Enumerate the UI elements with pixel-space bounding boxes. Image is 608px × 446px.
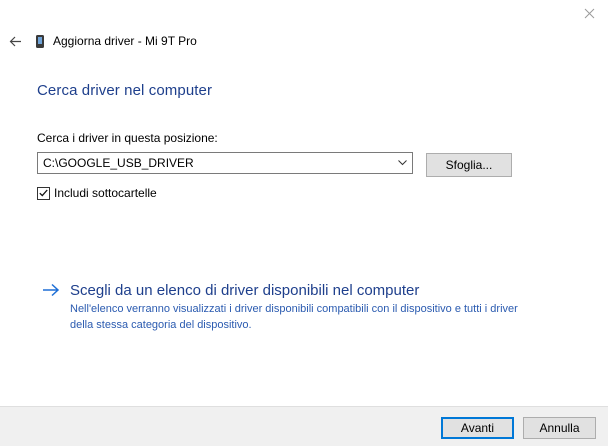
pick-from-list-link[interactable]: Scegli da un elenco di driver disponibil…	[42, 281, 542, 333]
path-combobox[interactable]	[37, 152, 413, 174]
phone-icon	[36, 34, 44, 48]
pick-from-list-description: Nell'elenco verranno visualizzati i driv…	[70, 303, 518, 331]
include-subfolders-label: Includi sottocartelle	[54, 186, 157, 200]
close-icon	[584, 8, 594, 18]
dialog-header: Aggiorna driver - Mi 9T Pro	[6, 31, 197, 51]
include-subfolders-row[interactable]: Includi sottocartelle	[37, 186, 157, 200]
pick-from-list-title[interactable]: Scegli da un elenco di driver disponibil…	[70, 282, 419, 299]
dialog-footer: Avanti Annulla	[0, 406, 608, 446]
include-subfolders-checkbox[interactable]	[37, 186, 50, 200]
back-arrow-icon	[9, 36, 21, 46]
chevron-down-icon	[397, 160, 407, 166]
window-title: Aggiorna driver - Mi 9T Pro	[53, 34, 197, 48]
checkmark-icon	[39, 189, 48, 197]
path-label: Cerca i driver in questa posizione:	[37, 131, 218, 145]
path-dropdown-button[interactable]	[392, 153, 412, 173]
browse-button[interactable]: Sfoglia...	[426, 153, 512, 177]
next-button[interactable]: Avanti	[441, 417, 514, 439]
cancel-button[interactable]: Annulla	[523, 417, 596, 439]
close-button[interactable]	[578, 2, 600, 24]
path-input[interactable]	[38, 154, 392, 172]
page-title: Cerca driver nel computer	[37, 82, 213, 99]
back-button[interactable]	[6, 32, 24, 50]
arrow-right-icon	[42, 281, 60, 299]
